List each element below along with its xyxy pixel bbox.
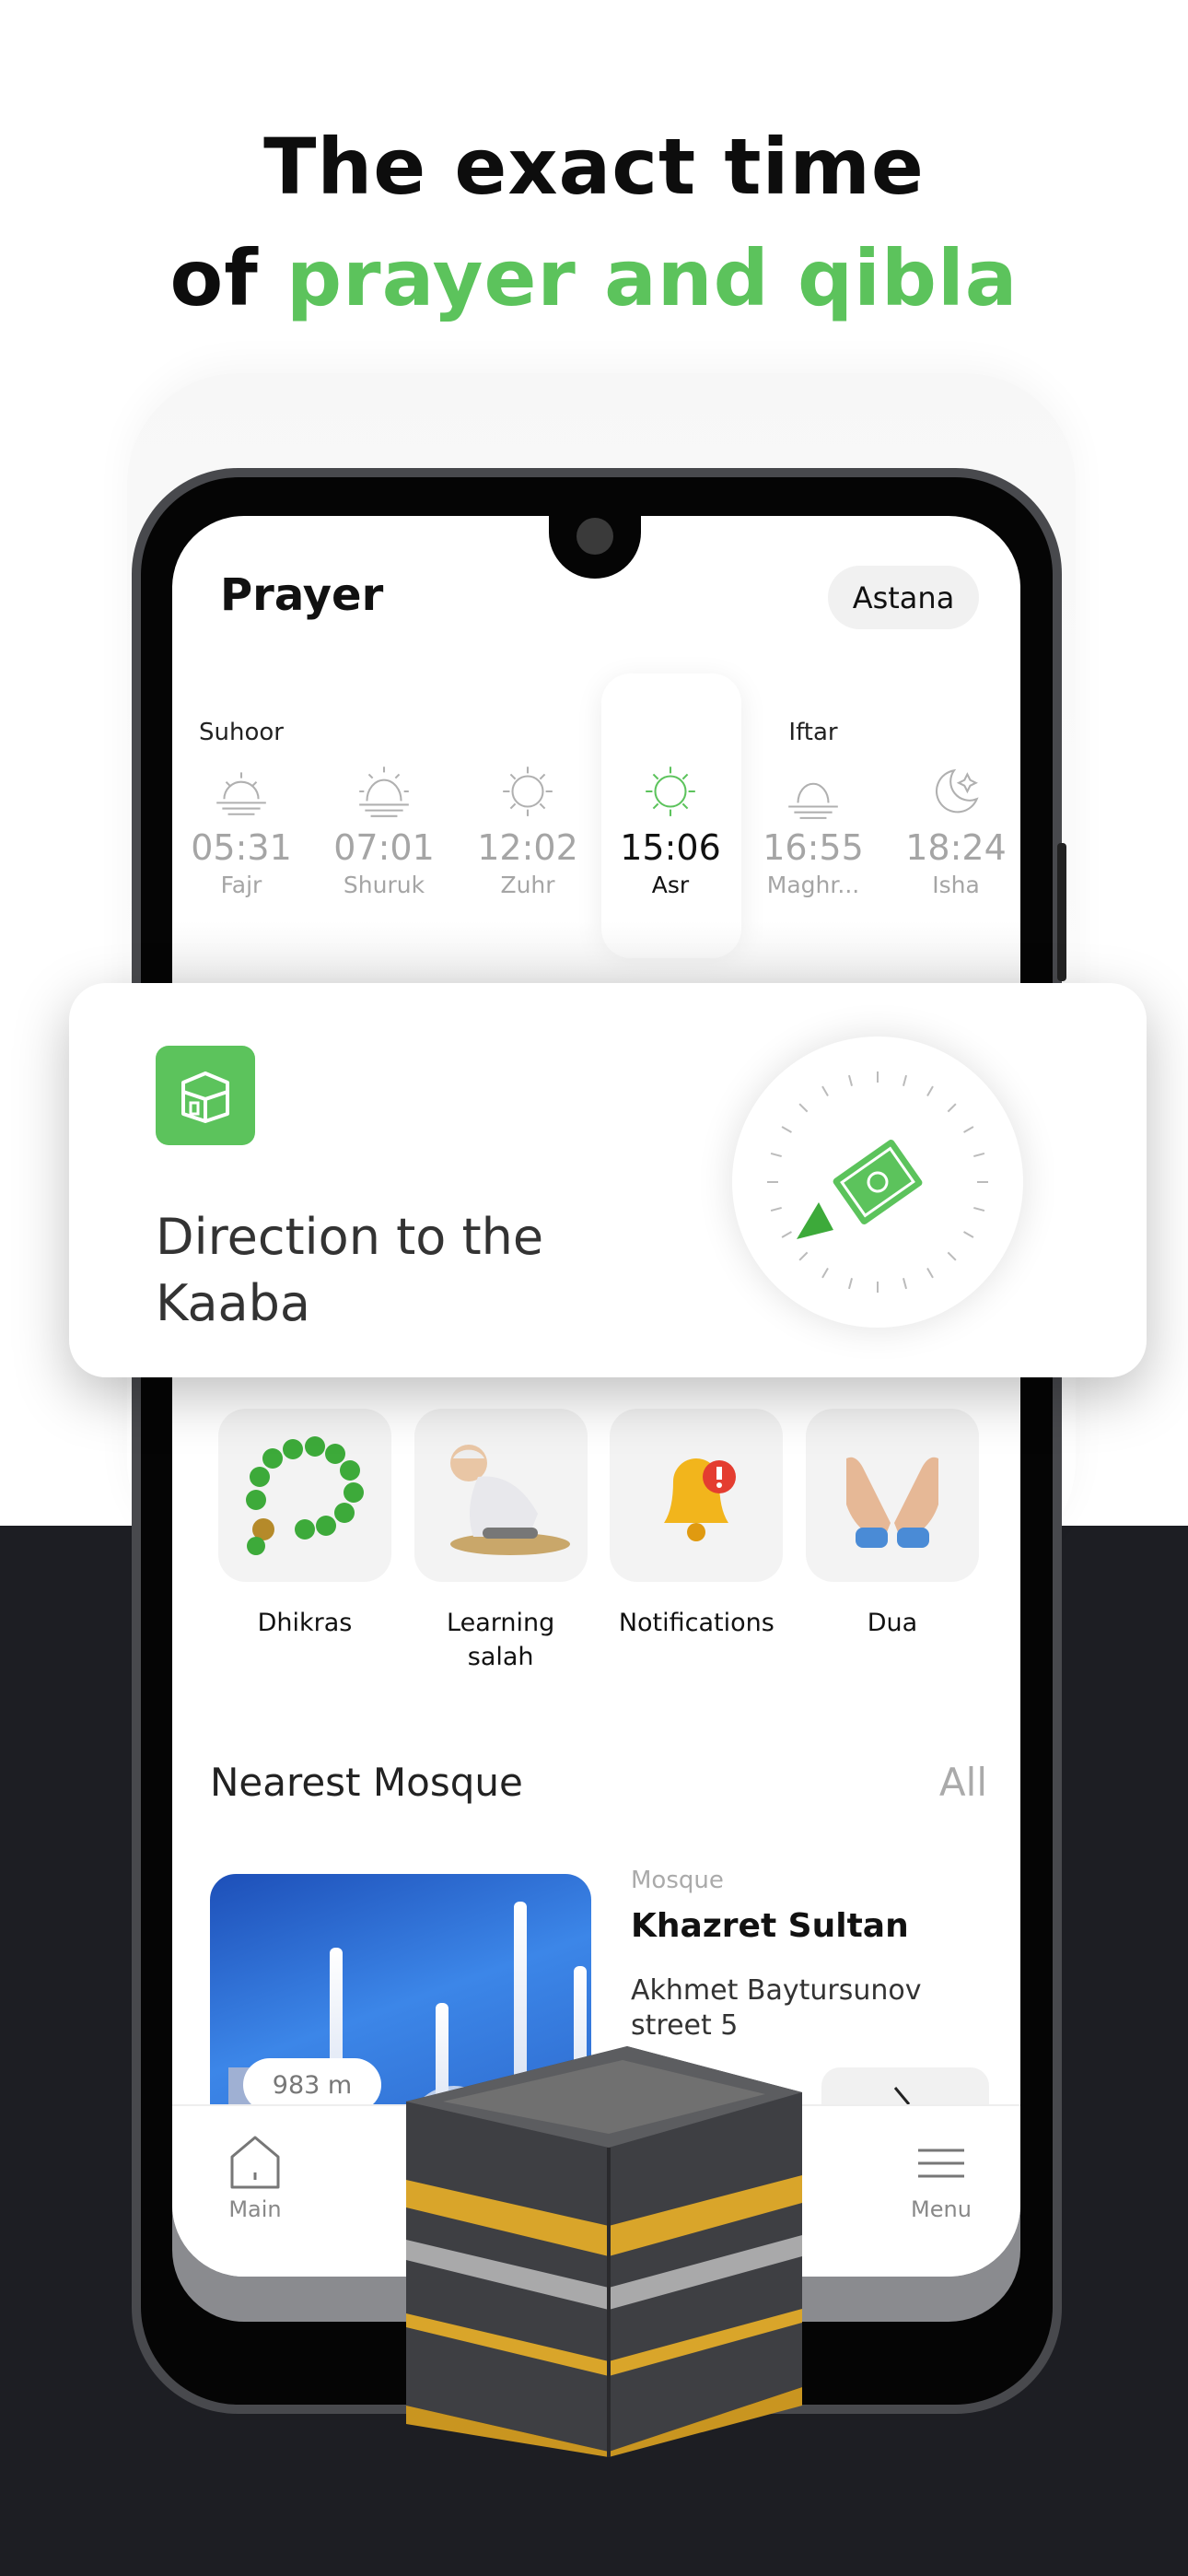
shortcut-dhikras[interactable]: Dhikras bbox=[218, 1409, 391, 1674]
all-mosques-link[interactable]: All bbox=[939, 1760, 987, 1805]
kaaba-3d-icon bbox=[406, 2046, 802, 2457]
prayer-tag bbox=[315, 719, 453, 755]
headline-highlight: prayer and qibla bbox=[286, 233, 1019, 323]
shortcut-grid: Dhikras Learning salah Notifications Dua bbox=[218, 1409, 979, 1674]
sunrise-full-icon bbox=[359, 767, 409, 817]
prayer-fajr[interactable]: Suhoor 05:31 Fajr bbox=[172, 719, 310, 898]
home-icon bbox=[230, 2136, 280, 2189]
prayer-tag bbox=[887, 719, 1020, 755]
prayer-name: Shuruk bbox=[343, 872, 425, 898]
headline-prefix: of bbox=[169, 233, 287, 323]
tab-label: Menu bbox=[911, 2196, 972, 2222]
shortcut-label: Dhikras bbox=[257, 1609, 353, 1637]
prayer-tag: Iftar bbox=[788, 719, 838, 746]
mosque-type: Mosque bbox=[631, 1867, 724, 1894]
phone-screen: Prayer Astana Suhoor 05:31 Fajr 07:01 Sh… bbox=[172, 516, 1020, 2277]
prayer-name: Maghr... bbox=[766, 872, 860, 898]
prayer-shuruk[interactable]: 07:01 Shuruk bbox=[315, 719, 453, 898]
mosque-name[interactable]: Khazret Sultan bbox=[631, 1907, 909, 1945]
tab-menu[interactable]: Menu bbox=[886, 2134, 996, 2222]
shortcut-dua[interactable]: Dua bbox=[805, 1409, 979, 1674]
shortcut-learning-salah[interactable]: Learning salah bbox=[413, 1409, 588, 1674]
prayer-tag: Suhoor bbox=[199, 719, 284, 746]
phone-side-button bbox=[1057, 843, 1066, 981]
qibla-title-line-2: Kaaba bbox=[156, 1274, 311, 1332]
qibla-title-line-1: Direction to the bbox=[156, 1208, 544, 1266]
prayer-tag bbox=[459, 719, 597, 755]
sunrise-icon bbox=[216, 772, 266, 815]
headline-line-2: of prayer and qibla bbox=[0, 233, 1188, 323]
prayer-time: 07:01 bbox=[333, 827, 435, 868]
prayer-time: 12:02 bbox=[477, 827, 578, 868]
prayer-maghr[interactable]: Iftar 16:55 Maghr... bbox=[744, 719, 882, 898]
shortcut-label: Learning salah bbox=[447, 1609, 555, 1671]
praying-person-icon bbox=[449, 1445, 570, 1555]
prayer-time: 05:31 bbox=[191, 827, 292, 868]
prayer-beads-icon bbox=[246, 1436, 364, 1555]
prayer-time: 18:24 bbox=[905, 827, 1007, 868]
shortcut-label: Notifications bbox=[618, 1609, 775, 1637]
prayer-tag bbox=[601, 719, 740, 755]
city-selector[interactable]: Astana bbox=[828, 566, 979, 629]
bell-icon bbox=[664, 1458, 737, 1541]
qibla-compass[interactable] bbox=[732, 1036, 1023, 1328]
moon-stars-icon bbox=[935, 768, 979, 814]
menu-icon bbox=[918, 2149, 964, 2178]
nearest-mosque-title: Nearest Mosque bbox=[210, 1760, 523, 1805]
shortcut-notifications[interactable]: Notifications bbox=[610, 1409, 784, 1674]
prayer-time: 15:06 bbox=[620, 827, 721, 868]
prayer-name: Isha bbox=[932, 872, 980, 898]
qibla-card[interactable]: Direction to the Kaaba bbox=[69, 983, 1147, 1377]
prayer-isha[interactable]: 18:24 Isha bbox=[887, 719, 1020, 898]
open-hands-icon bbox=[845, 1457, 938, 1548]
page-title: Prayer bbox=[220, 569, 384, 621]
qibla-title: Direction to the Kaaba bbox=[156, 1204, 543, 1337]
sunset-icon bbox=[788, 782, 838, 819]
prayer-name: Zuhr bbox=[500, 872, 555, 898]
compass-dial-icon bbox=[767, 1071, 988, 1293]
tab-label: Main bbox=[228, 2196, 282, 2222]
sun-icon bbox=[503, 767, 553, 816]
tab-main[interactable]: Main bbox=[200, 2134, 310, 2222]
prayer-asr[interactable]: 15:06 Asr bbox=[601, 719, 740, 898]
prayer-name: Asr bbox=[651, 872, 690, 898]
shortcut-label: Dua bbox=[867, 1609, 918, 1637]
prayer-zuhr[interactable]: 12:02 Zuhr bbox=[459, 719, 597, 898]
sun-icon bbox=[646, 767, 695, 816]
kaaba-icon bbox=[156, 1046, 255, 1145]
prayer-name: Fajr bbox=[220, 872, 262, 898]
headline-line-1: The exact time bbox=[263, 122, 925, 212]
prayer-time: 16:55 bbox=[763, 827, 864, 868]
